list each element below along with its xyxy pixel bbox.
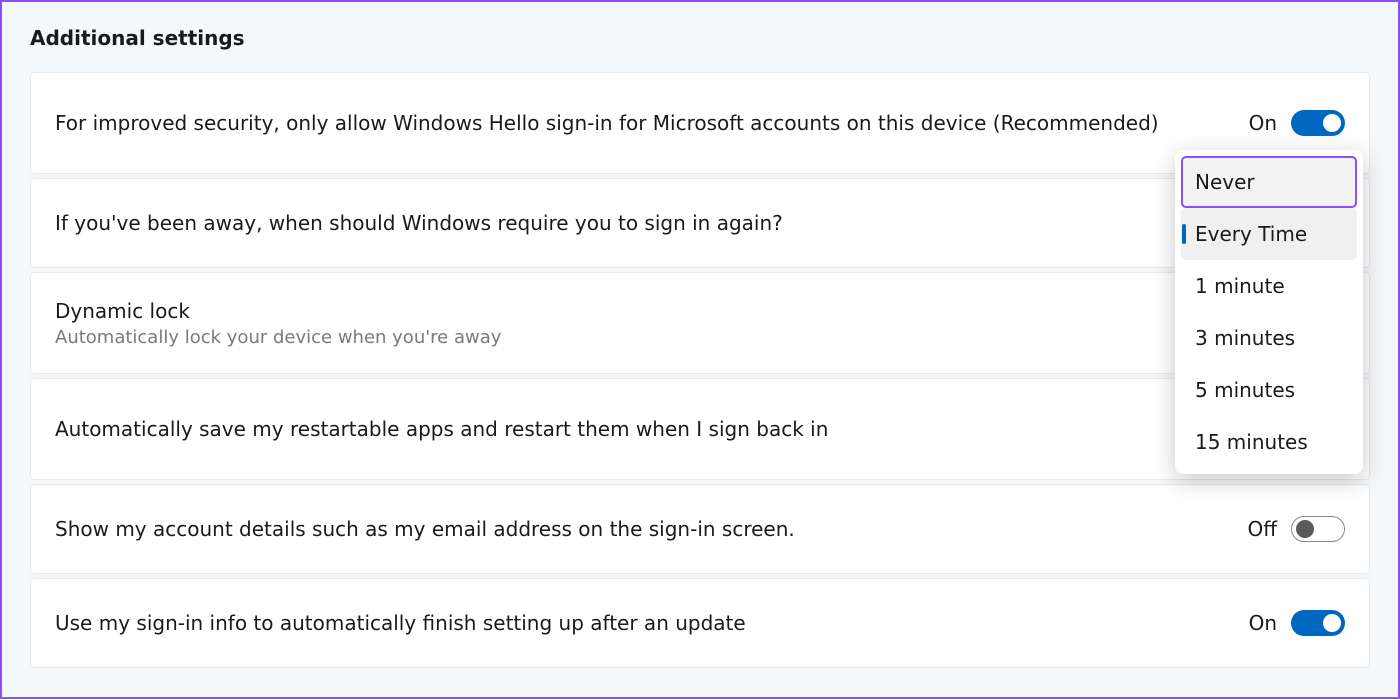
row-show-account-label: Show my account details such as my email…: [55, 516, 795, 543]
row-windows-hello-label: For improved security, only allow Window…: [55, 110, 1159, 137]
dropdown-option-3-minutes[interactable]: 3 minutes: [1181, 312, 1357, 364]
row-finish-setup: Use my sign-in info to automatically fin…: [30, 578, 1370, 668]
dropdown-option-every-time[interactable]: Every Time: [1181, 208, 1357, 260]
row-finish-setup-toggle-label: On: [1249, 611, 1277, 635]
row-windows-hello-toggle[interactable]: [1291, 110, 1345, 136]
row-dynamic-lock-sublabel: Automatically lock your device when you'…: [55, 327, 501, 348]
dropdown-option-never[interactable]: Never: [1181, 156, 1357, 208]
dropdown-option-5-minutes[interactable]: 5 minutes: [1181, 364, 1357, 416]
row-away-signin-label: If you've been away, when should Windows…: [55, 210, 783, 237]
row-finish-setup-label: Use my sign-in info to automatically fin…: [55, 610, 746, 637]
row-away-signin: If you've been away, when should Windows…: [30, 178, 1370, 268]
row-dynamic-lock-label: Dynamic lock: [55, 298, 501, 325]
row-windows-hello: For improved security, only allow Window…: [30, 72, 1370, 174]
row-restartable-apps: Automatically save my restartable apps a…: [30, 378, 1370, 480]
dropdown-option-1-minute[interactable]: 1 minute: [1181, 260, 1357, 312]
section-title: Additional settings: [30, 26, 1370, 50]
row-dynamic-lock[interactable]: Dynamic lock Automatically lock your dev…: [30, 272, 1370, 374]
row-windows-hello-toggle-label: On: [1249, 111, 1277, 135]
row-show-account-toggle-label: Off: [1247, 517, 1277, 541]
row-finish-setup-toggle[interactable]: [1291, 610, 1345, 636]
dropdown-option-15-minutes[interactable]: 15 minutes: [1181, 416, 1357, 468]
row-show-account: Show my account details such as my email…: [30, 484, 1370, 574]
row-restartable-apps-label: Automatically save my restartable apps a…: [55, 416, 828, 443]
signin-frequency-dropdown[interactable]: Never Every Time 1 minute 3 minutes 5 mi…: [1175, 150, 1363, 474]
row-show-account-toggle[interactable]: [1291, 516, 1345, 542]
